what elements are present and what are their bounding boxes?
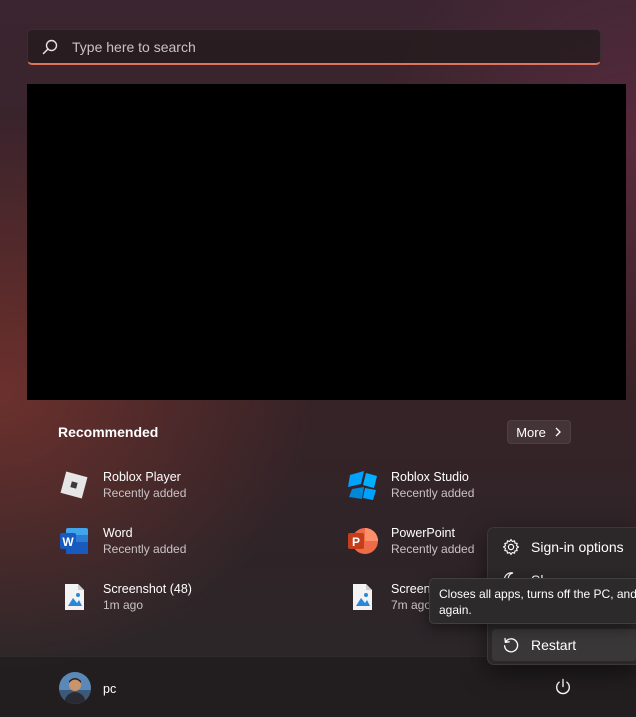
app-status: Recently added (391, 542, 475, 556)
image-file-icon (346, 581, 378, 613)
restart-icon (502, 636, 520, 654)
pinned-apps-area (27, 84, 626, 400)
recommended-item-word[interactable]: W Word Recently added (58, 519, 298, 563)
tooltip-line-2: again. (439, 603, 472, 617)
roblox-player-icon (58, 469, 90, 501)
app-status: Recently added (391, 486, 475, 500)
sign-in-options-menu-item[interactable]: Sign-in options (492, 531, 636, 563)
start-footer (0, 656, 636, 717)
search-icon (40, 37, 60, 57)
file-time: 1m ago (103, 598, 144, 612)
avatar[interactable] (59, 672, 91, 704)
app-name: Roblox Studio (391, 470, 469, 484)
shutdown-tooltip: Closes all apps, turns off the PC, and a… (429, 578, 636, 624)
word-icon: W (58, 525, 90, 557)
search-input[interactable] (70, 37, 600, 56)
more-button[interactable]: More (507, 420, 571, 444)
recommended-item-roblox-player[interactable]: Roblox Player Recently added (58, 463, 298, 507)
app-name: PowerPoint (391, 526, 455, 540)
tooltip-line-1: Closes all apps, turns off the PC, and (439, 587, 636, 601)
file-name: Screenshot (48) (103, 582, 192, 596)
roblox-studio-icon (346, 469, 378, 501)
svg-text:P: P (352, 535, 360, 549)
recommended-item-screenshot-48[interactable]: Screenshot (48) 1m ago (58, 575, 298, 619)
menu-item-label: Sign-in options (531, 539, 624, 555)
more-button-label: More (516, 424, 546, 440)
app-status: Recently added (103, 486, 187, 500)
app-name: Word (103, 526, 133, 540)
svg-text:W: W (62, 535, 74, 549)
recommended-title: Recommended (58, 424, 159, 440)
chevron-right-icon (554, 425, 562, 440)
restart-menu-item[interactable]: Restart (492, 629, 636, 661)
gear-icon (502, 538, 520, 556)
app-name: Roblox Player (103, 470, 181, 484)
image-file-icon (58, 581, 90, 613)
power-button[interactable] (550, 676, 576, 702)
user-name[interactable]: pc (103, 682, 116, 696)
app-status: Recently added (103, 542, 187, 556)
recommended-item-roblox-studio[interactable]: Roblox Studio Recently added (346, 463, 586, 507)
power-icon (554, 678, 572, 701)
powerpoint-icon: P (346, 525, 378, 557)
menu-item-label: Restart (531, 637, 577, 653)
search-box[interactable] (27, 29, 601, 65)
